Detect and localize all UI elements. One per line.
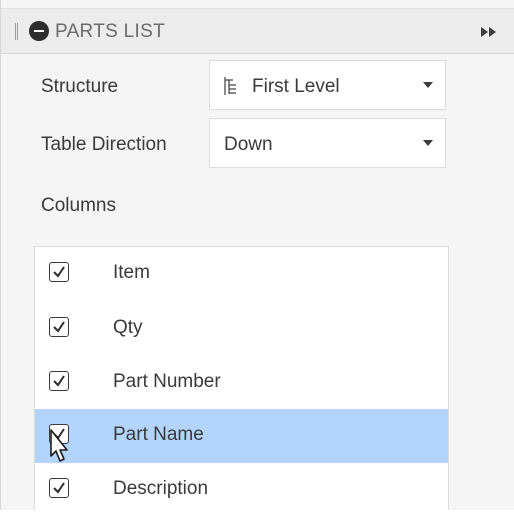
column-row-part-number[interactable]: Part Number <box>35 356 448 410</box>
expand-panel-icon[interactable] <box>479 25 499 39</box>
panel-header[interactable]: PARTS LIST <box>1 8 514 54</box>
checkmark-icon <box>53 428 65 440</box>
parts-list-panel: PARTS LIST Structure First Level Table D… <box>0 0 514 510</box>
checkmark-icon <box>53 375 65 387</box>
column-label: Part Number <box>113 371 221 392</box>
checkbox-description[interactable] <box>49 478 69 498</box>
checkmark-icon <box>53 266 65 278</box>
drag-handle-icon[interactable] <box>15 23 18 40</box>
checkbox-part-number[interactable] <box>49 371 69 391</box>
column-row-qty[interactable]: Qty <box>35 302 448 356</box>
checkmark-icon <box>53 321 65 333</box>
table-direction-label: Table Direction <box>41 134 167 155</box>
checkbox-part-name[interactable] <box>49 424 69 444</box>
column-row-description[interactable]: Description <box>35 463 448 517</box>
column-row-item[interactable]: Item <box>35 247 448 301</box>
column-label: Part Name <box>113 424 204 445</box>
column-row-part-name[interactable]: Part Name <box>35 409 448 463</box>
table-direction-dropdown[interactable]: Down <box>209 118 446 168</box>
collapse-icon[interactable] <box>29 21 49 41</box>
checkbox-qty[interactable] <box>49 317 69 337</box>
column-label: Qty <box>113 317 143 338</box>
structure-value: First Level <box>252 76 340 97</box>
structure-label: Structure <box>41 76 119 97</box>
table-direction-value: Down <box>224 134 273 155</box>
tree-structure-icon <box>224 77 236 95</box>
structure-dropdown[interactable]: First Level <box>209 60 446 110</box>
columns-list: Item Qty Part Number Part Name Descripti… <box>34 246 449 510</box>
column-label: Item <box>113 262 150 283</box>
checkbox-item[interactable] <box>49 262 69 282</box>
column-label: Description <box>113 478 209 499</box>
checkmark-icon <box>53 482 65 494</box>
chevron-down-icon <box>423 140 433 146</box>
chevron-down-icon <box>423 82 433 88</box>
columns-label: Columns <box>41 195 116 216</box>
panel-title: PARTS LIST <box>55 21 165 42</box>
